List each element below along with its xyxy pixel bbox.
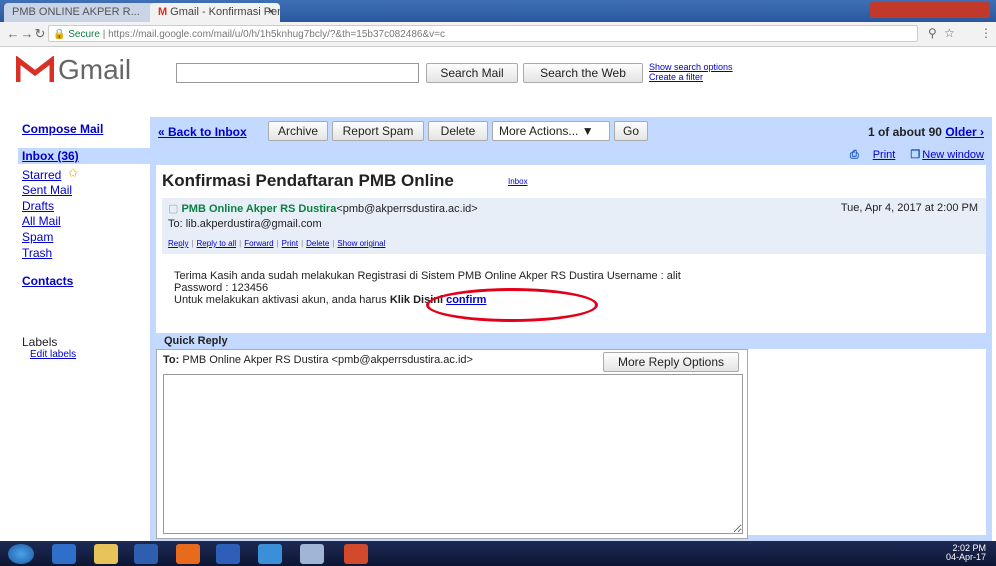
tab-label: Gmail - Konfirmasi Pen... [170, 6, 280, 18]
highlight-circle [426, 288, 598, 322]
inbox-link[interactable]: Inbox (36) [22, 149, 79, 163]
star-icon[interactable]: ☆ [944, 26, 955, 40]
gmail-favicon-icon: M [158, 6, 168, 18]
tab-pmb-online[interactable]: PMB ONLINE AKPER R... [4, 3, 164, 22]
sidebar-item-contacts[interactable]: Contacts [22, 274, 73, 288]
notepad-icon[interactable] [300, 544, 324, 564]
edit-labels-link[interactable]: Edit labels [30, 349, 76, 360]
report-spam-button[interactable]: Report Spam [332, 121, 424, 141]
message-subject: Konfirmasi Pendaftaran PMB Online [162, 171, 454, 190]
quick-reply-to-label: To: [163, 354, 180, 366]
message-date: Tue, Apr 4, 2017 at 2:00 PM [840, 202, 978, 214]
create-filter-link[interactable]: Create a filter [649, 72, 733, 82]
url-text: https://mail.google.com/mail/u/0/h/1h5kn… [108, 29, 445, 40]
gmail-logo[interactable]: Gmail [16, 54, 131, 88]
sidebar-item-trash[interactable]: Trash [22, 246, 52, 260]
search-web-button[interactable]: Search the Web [523, 63, 643, 83]
print-icon: ⎙ [849, 149, 859, 161]
body-line-2: Password : 123456 [174, 282, 269, 294]
message-header: ▢ PMB Online Akper RS Dustira<pmb@akperr… [162, 198, 986, 254]
search-options-links: Show search options Create a filter [649, 62, 733, 82]
search-input[interactable] [176, 63, 419, 83]
forward-arrow-icon[interactable]: → [20, 26, 34, 41]
chrome-icon[interactable] [258, 544, 282, 564]
new-window-link[interactable]: New window [922, 149, 984, 161]
print-link[interactable]: Print [873, 149, 896, 161]
older-link[interactable]: Older › [945, 125, 984, 139]
body-line-3: Untuk melakukan aktivasi akun, anda haru… [174, 294, 390, 306]
url-field[interactable]: 🔒 Secure | https://mail.google.com/mail/… [48, 25, 918, 42]
more-reply-options-button[interactable]: More Reply Options [603, 352, 739, 372]
go-button[interactable]: Go [614, 121, 648, 141]
sender-email: <pmb@akperrsdustira.ac.id> [336, 203, 478, 215]
show-original-link[interactable]: Show original [337, 239, 385, 248]
start-button-icon[interactable] [8, 544, 34, 564]
sidebar-item-all-mail[interactable]: All Mail [22, 214, 61, 228]
tray-date: 04-Apr-17 [945, 552, 986, 562]
sidebar-item-starred[interactable]: Starred [22, 168, 61, 182]
archive-button[interactable]: Archive [268, 121, 328, 141]
browser-tab-bar: PMB ONLINE AKPER R... M Gmail - Konfirmas… [0, 0, 996, 22]
quick-reply-textarea[interactable] [163, 374, 743, 534]
zoom-icon[interactable]: ⚲ [928, 26, 937, 40]
outlook-icon[interactable] [134, 544, 158, 564]
more-actions-select[interactable]: More Actions... ▼ [492, 121, 610, 141]
lock-icon: 🔒 [53, 29, 66, 40]
tab-gmail[interactable]: MGmail - Konfirmasi Pen... × [150, 3, 280, 22]
ie-icon[interactable] [52, 544, 76, 564]
compose-mail-link[interactable]: Compose Mail [22, 122, 103, 136]
show-search-options-link[interactable]: Show search options [649, 62, 733, 72]
select-checkbox-icon[interactable]: ▢ [168, 203, 178, 215]
sidebar-item-spam[interactable]: Spam [22, 230, 53, 244]
tab-label: PMB ONLINE AKPER R... [12, 6, 140, 18]
system-tray-clock[interactable]: 2:02 PM 04-Apr-17 [946, 544, 986, 562]
forward-link[interactable]: Forward [244, 239, 273, 248]
back-arrow-icon[interactable]: ← [6, 26, 20, 41]
secure-label: Secure [68, 29, 100, 40]
search-mail-button[interactable]: Search Mail [426, 63, 518, 83]
sidebar-item-inbox[interactable]: Inbox (36) [18, 148, 150, 164]
address-bar-row: ← → ↻ 🔒 Secure | https://mail.google.com… [0, 22, 996, 47]
quick-reply-recipient: To: PMB Online Akper RS Dustira <pmb@akp… [163, 354, 473, 366]
message-actions: Reply | Reply to all | Forward | Print | Delete |… [168, 239, 386, 248]
recipient-line: To: lib.akperdustira@gmail.com [168, 218, 322, 230]
firefox-icon[interactable] [176, 544, 200, 564]
star-icon: ✩ [68, 166, 79, 180]
gmail-m-icon [16, 56, 54, 82]
message-toolbar: « Back to Inbox Archive Report Spam Dele… [150, 117, 992, 147]
windows-taskbar: 2:02 PM 04-Apr-17 [0, 541, 996, 566]
sender-line: ▢ PMB Online Akper RS Dustira<pmb@akperr… [168, 202, 478, 215]
back-to-inbox-link[interactable]: « Back to Inbox [158, 125, 247, 139]
new-window-icon: ❐ [910, 149, 921, 161]
reply-all-link[interactable]: Reply to all [197, 239, 237, 248]
menu-icon[interactable]: ⋮ [980, 26, 992, 40]
delete-button[interactable]: Delete [428, 121, 488, 141]
reply-link[interactable]: Reply [168, 239, 188, 248]
sidebar-item-sent[interactable]: Sent Mail [22, 183, 72, 197]
inbox-label-link[interactable]: Inbox [508, 177, 528, 186]
sender-name: PMB Online Akper RS Dustira [181, 203, 337, 215]
reload-icon[interactable]: ↻ [33, 26, 47, 42]
quick-reply-box: To: PMB Online Akper RS Dustira <pmb@akp… [156, 349, 748, 539]
body-line-1: Terima Kasih anda sudah melakukan Regist… [174, 270, 681, 282]
print-message-link[interactable]: Print [282, 239, 298, 248]
powerpoint-icon[interactable] [344, 544, 368, 564]
quick-reply-to-value: PMB Online Akper RS Dustira <pmb@akperrs… [182, 354, 473, 366]
close-tab-icon[interactable]: × [268, 3, 274, 22]
pager-count: 1 of about 90 [867, 125, 942, 139]
window-controls[interactable] [870, 2, 990, 18]
sidebar-item-drafts[interactable]: Drafts [22, 199, 54, 213]
pager: 1 of about 90 Older › [868, 125, 984, 139]
gmail-logo-text: Gmail [58, 54, 132, 85]
explorer-icon[interactable] [94, 544, 118, 564]
labels-heading: Labels [22, 335, 58, 349]
quick-reply-header: Quick Reply [150, 333, 992, 349]
vscode-icon[interactable] [216, 544, 240, 564]
delete-message-link[interactable]: Delete [306, 239, 329, 248]
print-links: ⎙ Print ❐ New window [850, 148, 984, 162]
